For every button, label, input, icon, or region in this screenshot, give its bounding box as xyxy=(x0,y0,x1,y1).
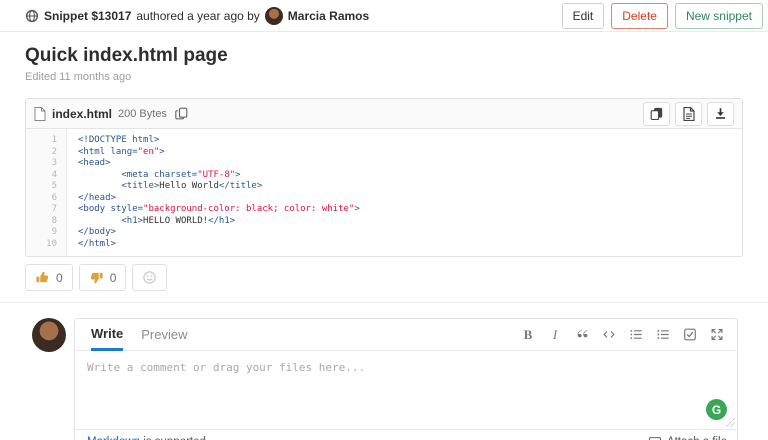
resize-grip[interactable] xyxy=(726,418,735,427)
italic-button[interactable]: I xyxy=(543,323,567,347)
thumbs-up-button[interactable]: 0 xyxy=(25,264,73,291)
numbered-list-button[interactable] xyxy=(651,323,675,347)
thumbs-down-button[interactable]: 0 xyxy=(79,264,127,291)
copy-file-path-icon[interactable] xyxy=(173,105,190,122)
file-header: index.html 200 Bytes xyxy=(26,99,742,129)
download-button[interactable] xyxy=(707,102,734,126)
line-number-link[interactable]: 3 xyxy=(26,158,66,170)
edited-timestamp: Edited 11 months ago xyxy=(25,71,743,83)
thumbs-down-count: 0 xyxy=(110,271,117,285)
edit-button[interactable]: Edit xyxy=(562,3,605,29)
snippet-meta-bar: Snippet $13017 authored a year ago by Ma… xyxy=(0,0,768,32)
code-line-row: 6</head> xyxy=(26,193,742,205)
code-line-row: 1<!DOCTYPE html> xyxy=(26,135,742,147)
code-line-row: 4 <meta charset="UTF-8"> xyxy=(26,170,742,182)
code-line: </html> xyxy=(66,239,116,251)
add-reaction-button[interactable] xyxy=(132,264,167,291)
author-name[interactable]: Marcia Ramos xyxy=(288,9,369,23)
current-user-avatar xyxy=(32,318,66,352)
line-number-link[interactable]: 7 xyxy=(26,204,66,216)
thumbs-down-icon xyxy=(89,270,104,285)
code-line-row: 9</body> xyxy=(26,227,742,239)
comment-form: Write Preview B I xyxy=(32,318,738,440)
code-line: <body style="background-color: black; co… xyxy=(66,204,360,216)
new-snippet-button[interactable]: New snippet xyxy=(675,3,763,29)
snippet-id: Snippet $13017 xyxy=(44,9,131,23)
line-number-link[interactable]: 8 xyxy=(26,216,66,228)
code-line-row: 10</html> xyxy=(26,239,742,251)
line-number-link[interactable]: 9 xyxy=(26,227,66,239)
line-number-link[interactable]: 1 xyxy=(26,135,66,147)
code-line: </body> xyxy=(66,227,116,239)
authored-text: authored a year ago by xyxy=(136,9,259,23)
attach-file-icon xyxy=(648,436,662,440)
grammarly-icon[interactable]: G xyxy=(706,399,727,420)
bullet-list-button[interactable] xyxy=(624,323,648,347)
code-line: <html lang="en"> xyxy=(66,147,165,159)
fullscreen-button[interactable] xyxy=(705,323,729,347)
tab-preview[interactable]: Preview xyxy=(141,319,187,350)
tab-write[interactable]: Write xyxy=(91,319,123,351)
comment-card: Write Preview B I xyxy=(74,318,738,440)
open-raw-button[interactable] xyxy=(675,102,702,126)
section-divider xyxy=(0,302,768,303)
code-line: <meta charset="UTF-8"> xyxy=(66,170,241,182)
delete-button[interactable]: Delete xyxy=(611,3,668,29)
code-line: <head> xyxy=(66,158,111,170)
smiley-icon xyxy=(142,270,157,285)
code-line: <title>Hello World</title> xyxy=(66,181,262,193)
file-size: 200 Bytes xyxy=(118,108,167,120)
code-line: </head> xyxy=(66,193,116,205)
line-number-link[interactable]: 2 xyxy=(26,147,66,159)
code-line-row: 5 <title>Hello World</title> xyxy=(26,181,742,193)
visibility-globe-icon xyxy=(25,9,39,23)
code-line-row: 3<head> xyxy=(26,158,742,170)
markdown-toolbar: B I xyxy=(516,319,737,350)
line-number-link[interactable]: 5 xyxy=(26,181,66,193)
page-title: Quick index.html page xyxy=(25,45,743,67)
line-number-link[interactable]: 4 xyxy=(26,170,66,182)
line-number-link[interactable]: 10 xyxy=(26,239,66,251)
file-name: index.html xyxy=(52,107,112,121)
code-line-row: 7<body style="background-color: black; c… xyxy=(26,204,742,216)
line-number-link[interactable]: 6 xyxy=(26,193,66,205)
thumbs-up-count: 0 xyxy=(56,271,63,285)
award-emoji-block: 0 0 xyxy=(25,264,743,291)
author-avatar[interactable] xyxy=(265,7,283,25)
markdown-supported-text: Markdown is supported xyxy=(87,436,206,440)
bold-button[interactable]: B xyxy=(516,323,540,347)
code-line: <!DOCTYPE html> xyxy=(66,135,159,147)
code-line-row: 2<html lang="en"> xyxy=(26,147,742,159)
file-icon xyxy=(34,107,46,121)
thumbs-up-icon xyxy=(35,270,50,285)
attach-file-button[interactable]: Attach a file xyxy=(648,436,727,440)
snippet-file-card: index.html 200 Bytes 1<!DOCTYPE html>2<h… xyxy=(25,98,743,257)
code-line: <h1>HELLO WORLD!</h1> xyxy=(66,216,235,228)
code-line-row: 8 <h1>HELLO WORLD!</h1> xyxy=(26,216,742,228)
task-list-button[interactable] xyxy=(678,323,702,347)
quote-button[interactable] xyxy=(570,323,594,347)
comment-textarea[interactable] xyxy=(75,351,737,429)
markdown-link[interactable]: Markdown xyxy=(87,436,140,440)
copy-file-contents-button[interactable] xyxy=(643,102,670,126)
code-button[interactable] xyxy=(597,323,621,347)
code-lines: 1<!DOCTYPE html>2<html lang="en">3<head>… xyxy=(26,129,742,256)
